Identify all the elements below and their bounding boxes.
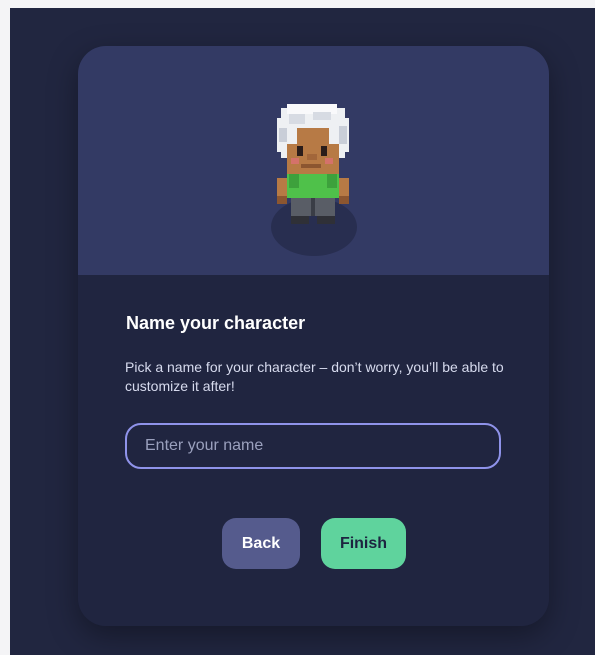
back-button[interactable]: Back	[222, 518, 300, 569]
dialog-title: Name your character	[126, 313, 306, 333]
character-name-dialog: Name your character Pick a name for your…	[78, 46, 549, 626]
dialog-description: Pick a name for your character – don’t w…	[125, 359, 504, 394]
character-preview-panel	[78, 46, 549, 275]
character-name-input[interactable]	[125, 423, 501, 469]
dialog-content: Name your character Pick a name for your…	[78, 275, 549, 626]
pixel-character-avatar-icon	[277, 104, 349, 224]
finish-button[interactable]: Finish	[321, 518, 406, 569]
